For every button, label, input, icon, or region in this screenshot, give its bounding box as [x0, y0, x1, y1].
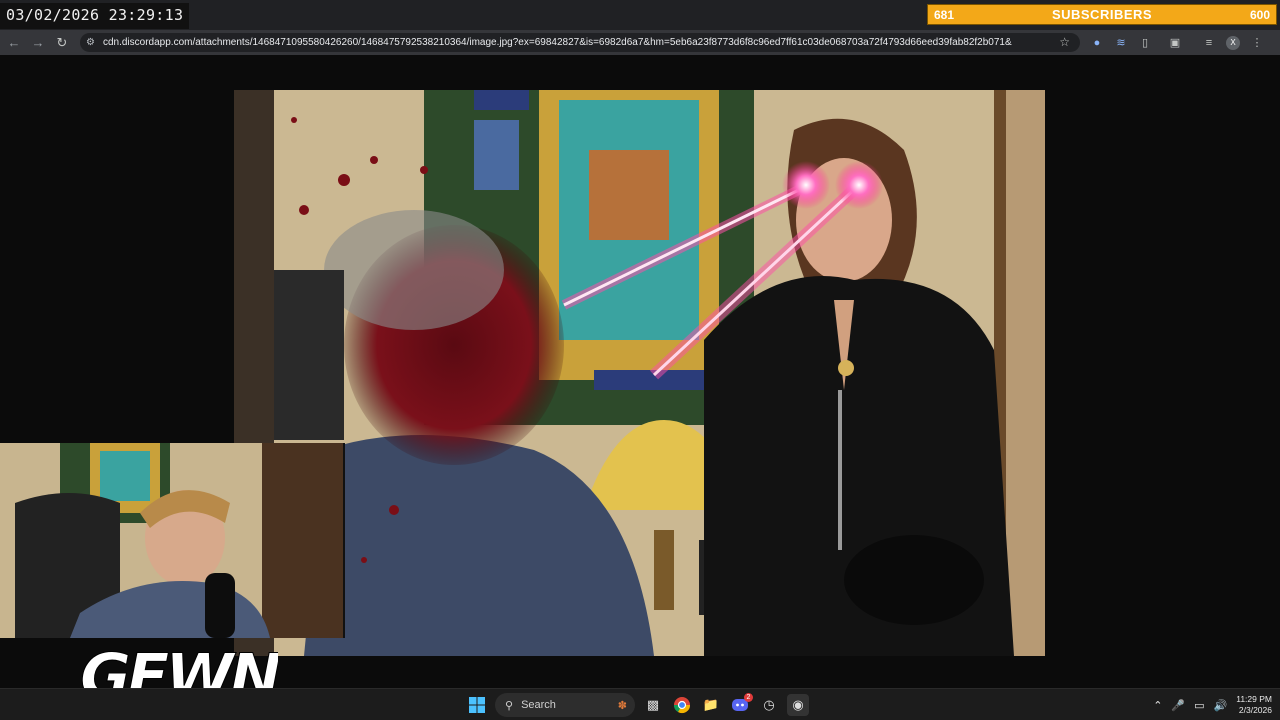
- search-label: Search: [521, 699, 556, 711]
- search-icon: ⚲: [505, 699, 514, 712]
- extension-audio-icon[interactable]: ≋: [1112, 34, 1130, 52]
- clock-time: 11:29 PM: [1236, 694, 1272, 704]
- extension-circle-icon[interactable]: ●: [1088, 34, 1106, 52]
- file-explorer-icon[interactable]: 📁: [700, 694, 722, 716]
- chrome-icon[interactable]: [671, 694, 693, 716]
- browser-menu-icon[interactable]: ⋮: [1248, 34, 1266, 52]
- microphone-icon[interactable]: 🎤: [1171, 699, 1185, 712]
- task-view-icon[interactable]: ▩: [642, 694, 664, 716]
- cast-icon[interactable]: ▣: [1166, 34, 1184, 52]
- system-tray: ⌃ 🎤 ▭ 🔊 11:29 PM 2/3/2026: [1153, 691, 1272, 719]
- system-clock[interactable]: 11:29 PM 2/3/2026: [1236, 694, 1272, 716]
- webcam-illustration: [0, 443, 343, 638]
- clock-date: 2/3/2026: [1238, 705, 1272, 715]
- subscriber-label: SUBSCRIBERS: [1051, 7, 1153, 22]
- subscriber-count: 681: [934, 7, 955, 22]
- discord-badge: 2: [744, 693, 753, 702]
- volume-icon[interactable]: 🔊: [1214, 699, 1228, 712]
- site-settings-icon[interactable]: ⚙: [86, 37, 95, 48]
- reload-icon[interactable]: ↻: [50, 32, 74, 54]
- address-bar[interactable]: ⚙ cdn.discordapp.com/attachments/1468471…: [80, 33, 1080, 52]
- subscriber-goal-bar: 681 SUBSCRIBERS 600: [927, 4, 1277, 25]
- extension-icons: ● ≋ ▯ ▣ ≡ X ⋮: [1088, 30, 1266, 55]
- obs-icon[interactable]: ◉: [787, 694, 809, 716]
- extensions-icon[interactable]: ▯: [1136, 34, 1154, 52]
- taskbar-apps: ⚲ Search ✽ ▩ 📁 2 ◷ ◉: [466, 692, 809, 718]
- webcam-feed: [0, 443, 345, 638]
- display-icon[interactable]: ▭: [1194, 699, 1204, 712]
- subscriber-goal: 600: [1249, 7, 1270, 22]
- clock-app-icon[interactable]: ◷: [758, 694, 780, 716]
- image-illustration: [234, 90, 1045, 656]
- forward-icon[interactable]: →: [26, 32, 50, 54]
- url-text: cdn.discordapp.com/attachments/146847109…: [102, 37, 1012, 48]
- search-highlight-icon: ✽: [617, 699, 627, 712]
- discord-icon[interactable]: 2: [729, 693, 753, 716]
- start-icon[interactable]: [466, 694, 488, 716]
- profile-avatar[interactable]: X: [1224, 34, 1242, 52]
- tray-overflow-icon[interactable]: ⌃: [1153, 699, 1162, 712]
- taskbar-search[interactable]: ⚲ Search ✽: [495, 693, 635, 717]
- back-icon[interactable]: ←: [2, 32, 26, 54]
- windows-taskbar: ⚲ Search ✽ ▩ 📁 2 ◷ ◉ ⌃ 🎤 ▭ 🔊 11:29 PM 2/…: [0, 688, 1280, 720]
- bookmark-star-icon[interactable]: ☆: [1059, 35, 1070, 49]
- media-control-icon[interactable]: ≡: [1200, 34, 1218, 52]
- stream-timestamp: 03/02/2026 23:29:13: [0, 3, 190, 29]
- viewed-image[interactable]: [234, 90, 1045, 656]
